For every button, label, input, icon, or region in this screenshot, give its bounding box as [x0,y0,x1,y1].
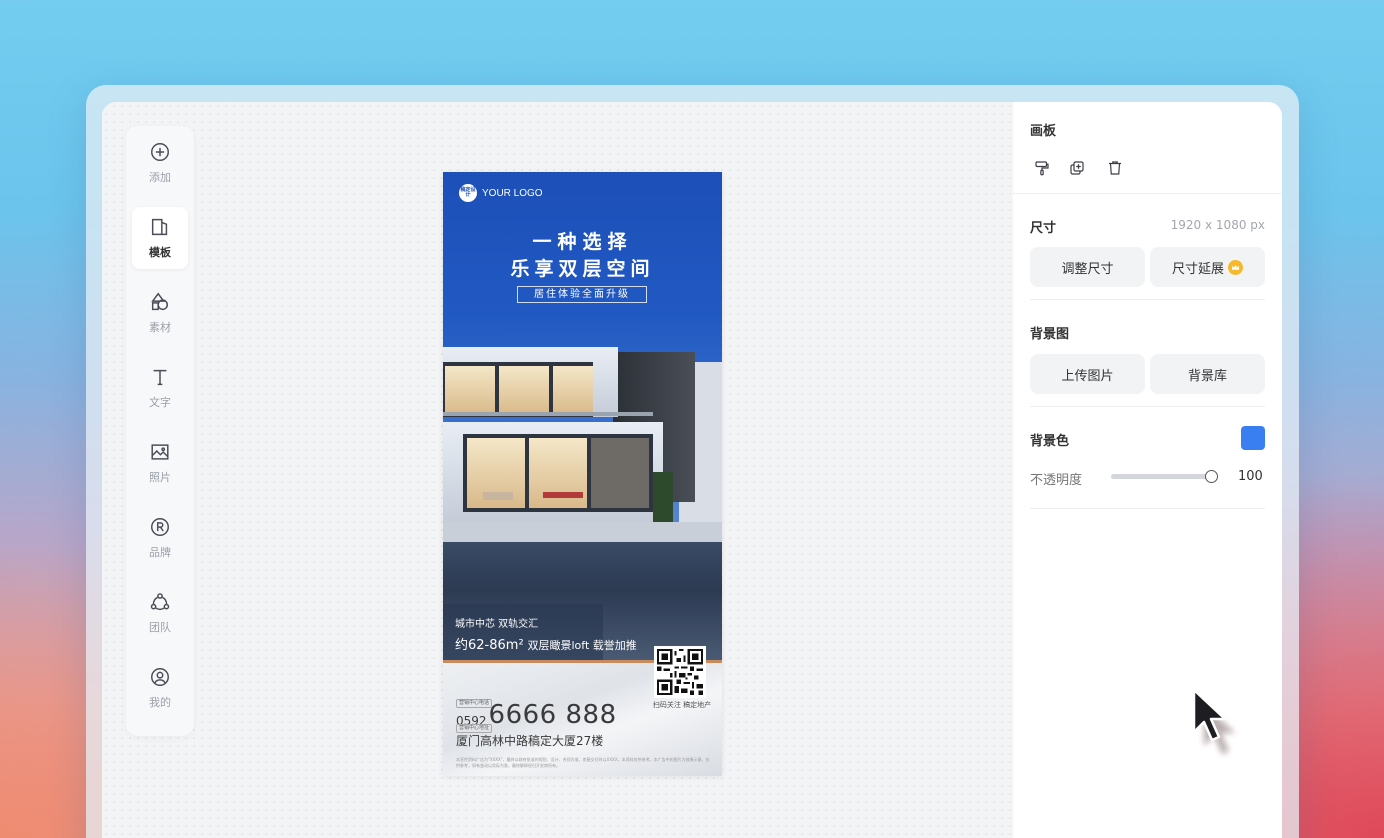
image-icon [151,444,169,460]
size-extend-button-label: 尺寸延展 [1171,261,1224,277]
toolbar-label: 品牌 [149,546,171,559]
poster-feature-2[interactable]: 约62-86m² 双层瞰景loft 载誉加推 [455,634,637,653]
toolbar-label: 我的 [149,696,171,709]
poster-fine-print: 本宣传资料广告为"XXXX"，最终以政府批准的规划、设计、合同为准，房屋交付时以… [456,757,710,768]
logo-badge: 稿定设计 [459,184,477,202]
upload-image-label: 上传图片 [1061,368,1114,384]
bg-image-title: 背景图 [1030,327,1070,342]
poster-feature-1[interactable]: 城市中芯 双轨交汇 [455,615,538,630]
divider [1030,406,1265,407]
qr-code[interactable] [654,646,706,698]
logo-text: YOUR LOGO [482,187,543,199]
text-icon [153,369,167,386]
toolbar-template[interactable]: 模板 [132,207,188,269]
phone-number: 6666 888 [488,700,617,730]
poster-logo[interactable]: 稿定设计 YOUR LOGO [459,184,543,202]
team-icon [150,593,170,611]
bg-library-button[interactable]: 背景库 [1150,354,1265,394]
poster-address[interactable]: 厦门高林中路稿定大厦27楼 [456,732,603,749]
upload-image-button[interactable]: 上传图片 [1030,354,1145,394]
crown-icon [1228,259,1243,275]
resize-button-label: 调整尺寸 [1061,261,1114,277]
poster-headline-1[interactable]: 一种选择 [443,227,722,254]
format-painter-button[interactable] [1030,156,1054,180]
user-icon [151,668,169,686]
size-value: 1920 x 1080 px [1170,218,1265,232]
size-title: 尺寸 [1030,221,1057,236]
toolbar-label: 照片 [149,471,171,484]
template-icon [151,218,168,236]
toolbar-material[interactable]: 素材 [132,282,188,344]
toolbar-label: 添加 [149,171,171,184]
opacity-slider-handle[interactable] [1205,470,1218,483]
editor-workspace: 添加 模板 素材 文字 照片 品牌 团队 我的 稿定设计 YOUR LOGO 一… [102,102,1282,838]
qr-caption: 扫码关注 稿定地产 [652,701,712,709]
format-painter-icon [1035,161,1049,176]
poster-subheadline[interactable]: 居住体验全面升级 [517,286,647,303]
size-extend-button[interactable]: 尺寸延展 [1150,247,1265,287]
toolbar-label: 模板 [149,246,171,259]
duplicate-button[interactable] [1065,156,1089,180]
trash-icon [1109,161,1121,175]
toolbar-label: 文字 [149,396,171,409]
poster-headline-2[interactable]: 乐享双层空间 [443,254,722,281]
duplicate-icon [1070,161,1084,175]
toolbar-text[interactable]: 文字 [132,357,188,419]
house-illustration [443,347,722,542]
toolbar-brand[interactable]: 品牌 [132,507,188,569]
resize-button[interactable]: 调整尺寸 [1030,247,1145,287]
artboard-title: 画板 [1030,124,1057,139]
opacity-label: 不透明度 [1030,473,1083,488]
toolbar-team[interactable]: 团队 [132,582,188,644]
bg-color-swatch[interactable] [1241,426,1265,450]
left-toolbar: 添加 模板 素材 文字 照片 品牌 团队 我的 [126,126,194,736]
poster-artboard[interactable]: 稿定设计 YOUR LOGO 一种选择 乐享双层空间 居住体验全面升级 城市中芯… [443,172,722,776]
divider [1013,193,1282,194]
plus-circle-icon [151,143,169,161]
toolbar-photo[interactable]: 照片 [132,432,188,494]
bg-color-title: 背景色 [1030,434,1070,449]
poster-feature-2-rest: 双层瞰景loft 载誉加推 [527,639,637,652]
canvas-area[interactable]: 添加 模板 素材 文字 照片 品牌 团队 我的 稿定设计 YOUR LOGO 一… [102,102,1013,838]
opacity-value: 100 [1238,469,1263,484]
toolbar-label: 团队 [149,621,171,634]
shapes-icon [151,292,169,311]
bg-library-label: 背景库 [1187,368,1227,384]
toolbar-add[interactable]: 添加 [132,132,188,194]
poster-size-range: 约62-86m² [455,638,524,653]
divider [1030,299,1265,300]
delete-button[interactable] [1103,156,1127,180]
poster-info-band [443,604,603,662]
qr-code-icon [657,649,703,695]
opacity-slider[interactable] [1111,474,1213,479]
divider [1030,508,1265,509]
toolbar-label: 素材 [149,321,171,334]
registered-icon [151,518,169,536]
mouse-cursor-icon [1192,688,1235,754]
toolbar-mine[interactable]: 我的 [132,657,188,719]
